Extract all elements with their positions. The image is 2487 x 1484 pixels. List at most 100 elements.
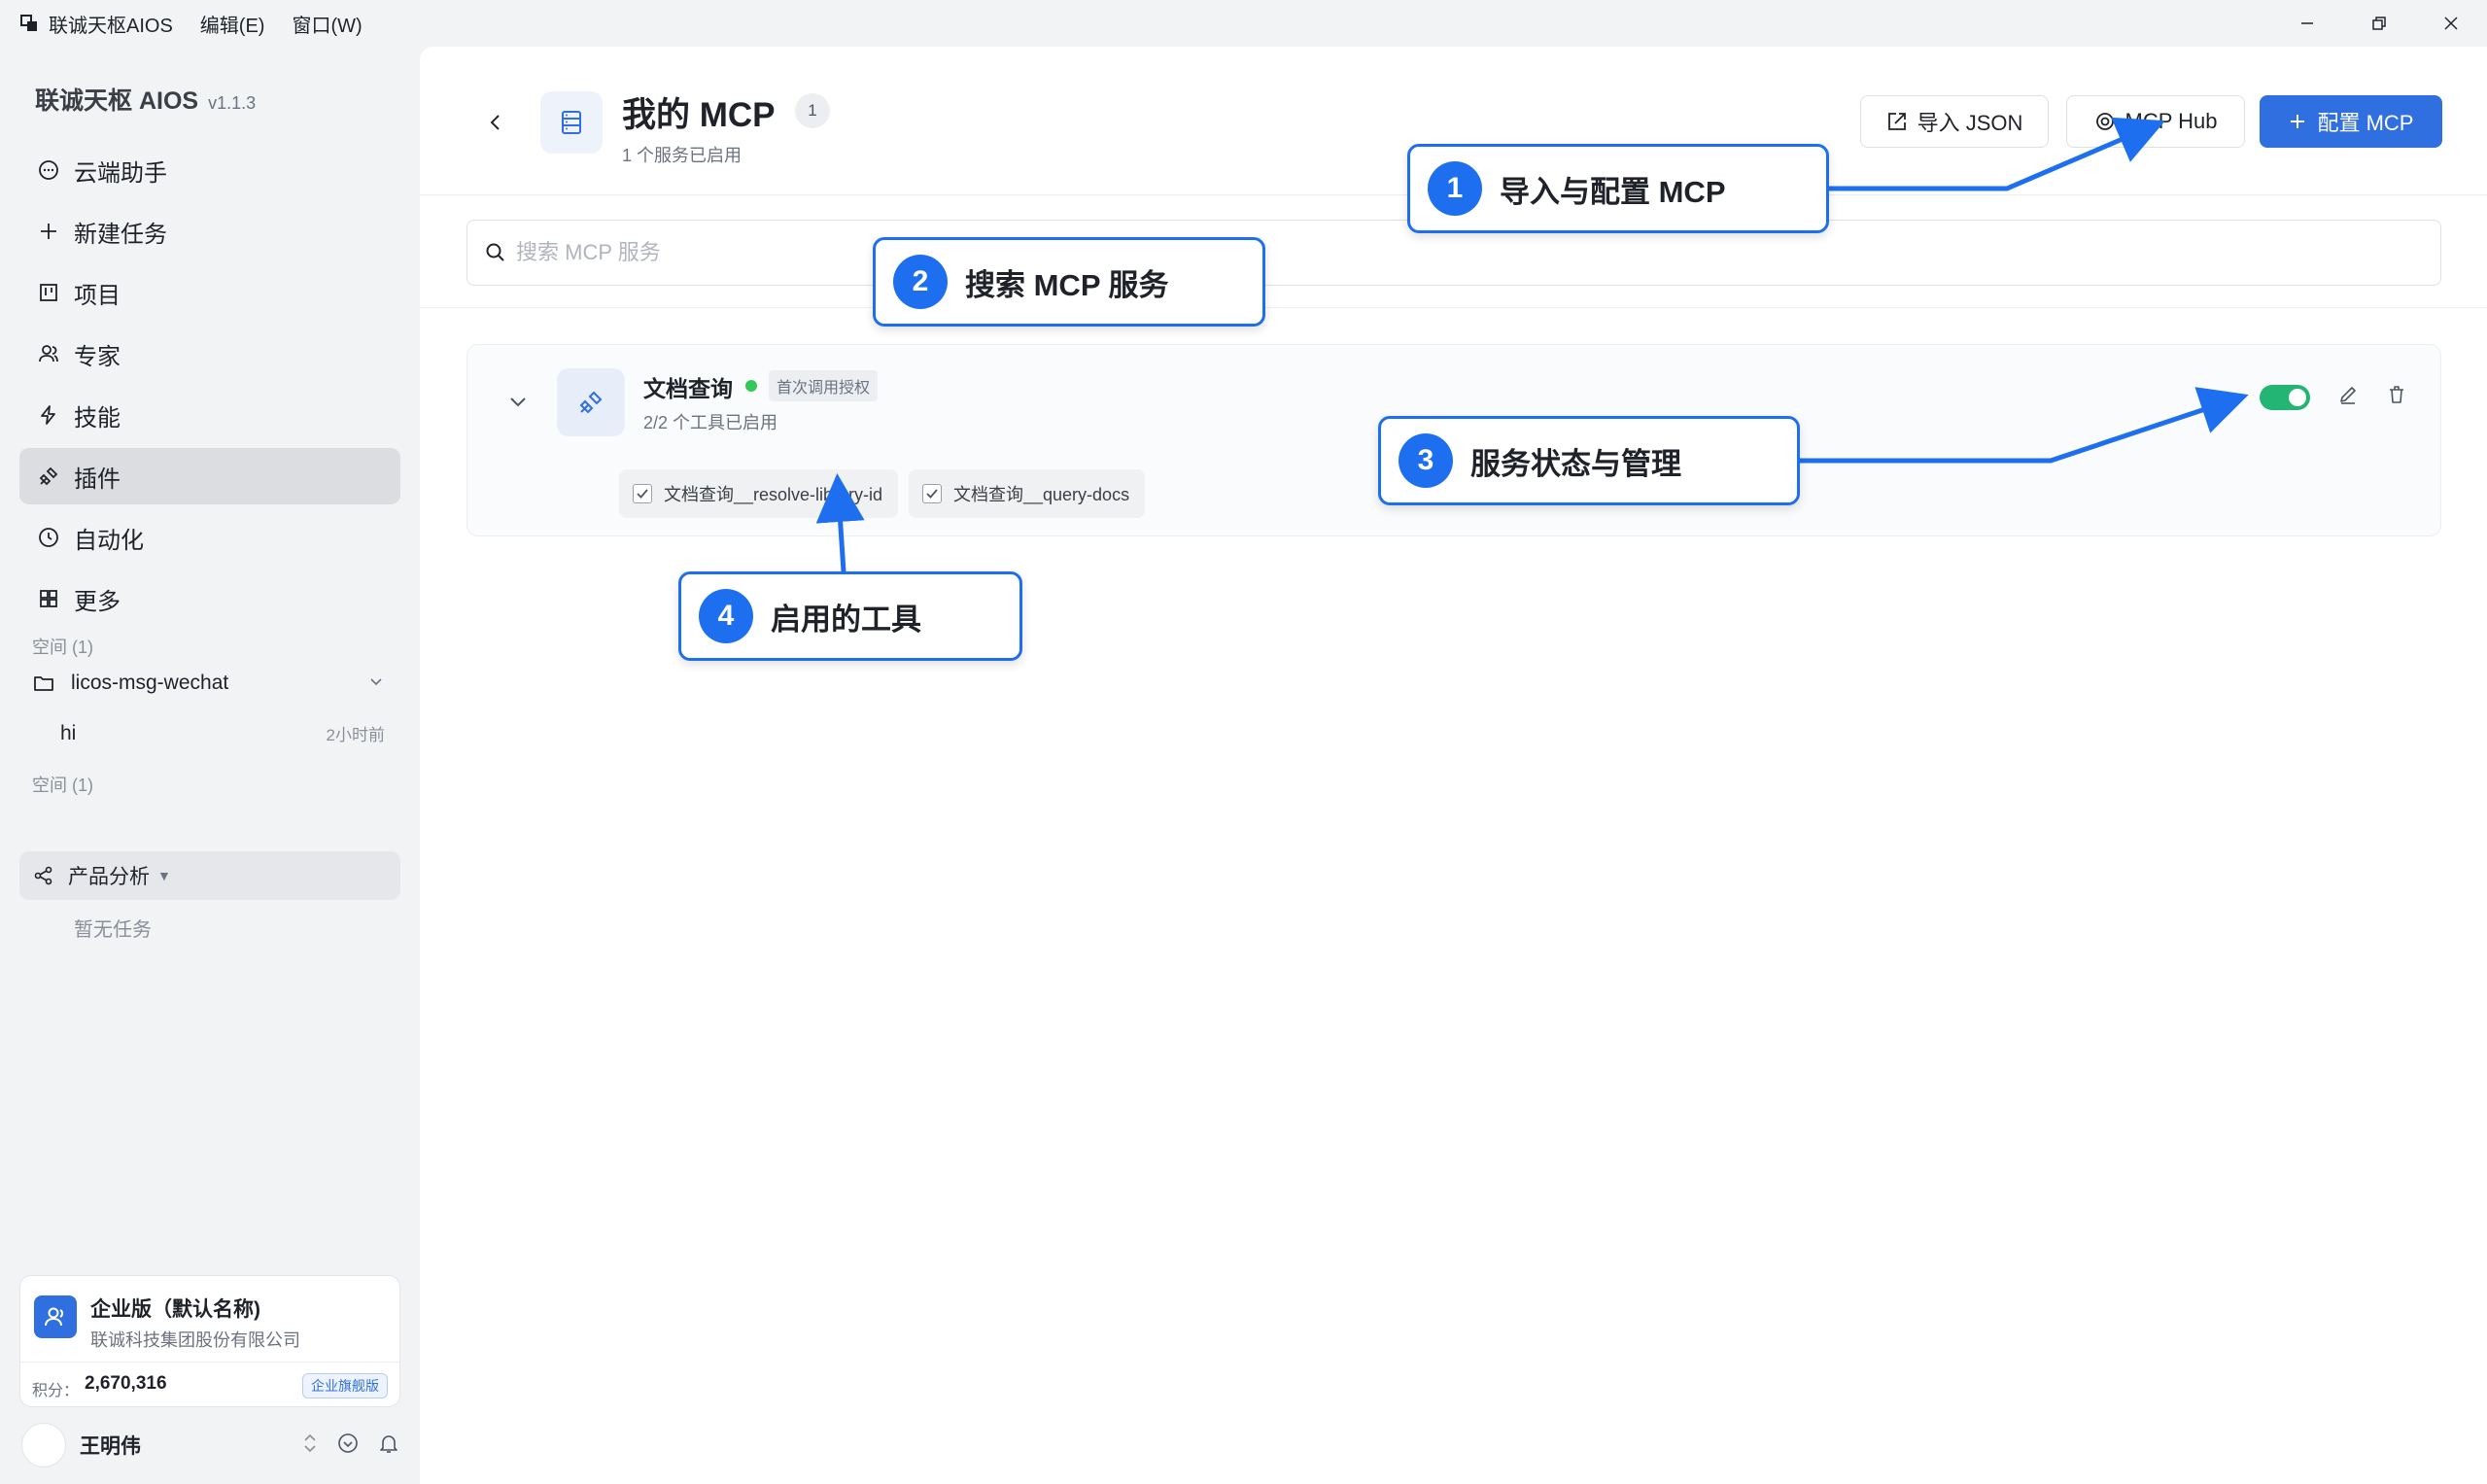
caret-down-icon[interactable]: ▼: [157, 868, 171, 883]
plus-icon: [2291, 115, 2305, 128]
close-icon: [2444, 17, 2458, 30]
checkbox[interactable]: [633, 484, 652, 503]
points-label: 积分：: [32, 1383, 80, 1399]
sidebar-item-skills[interactable]: 技能: [19, 387, 400, 443]
plug-icon: [557, 368, 625, 436]
plug-icon: [35, 463, 62, 490]
mcp-hub-label: MCP Hub: [2124, 109, 2218, 133]
callout-number: 3: [1399, 433, 1453, 488]
tool-label: 文档查询__resolve-library-id: [664, 485, 883, 504]
chevron-down-icon[interactable]: [368, 672, 384, 695]
sidebar-item-plugins[interactable]: 插件: [19, 448, 400, 504]
service-enable-toggle[interactable]: [2260, 384, 2310, 410]
bell-icon[interactable]: [377, 1432, 400, 1460]
mcp-hub-button[interactable]: MCP Hub: [2066, 95, 2245, 148]
page-subtitle: 1 个服务已启用: [622, 146, 743, 165]
enterprise-logo-icon: [34, 1295, 77, 1338]
menu-edit[interactable]: 编辑(E): [200, 10, 265, 38]
back-button[interactable]: [480, 107, 511, 138]
enterprise-org: 联诚科技集团股份有限公司: [90, 1330, 300, 1350]
callout-text: 搜索 MCP 服务: [965, 267, 1169, 302]
sidebar-item-label: 插件: [74, 466, 121, 493]
task-item-hi[interactable]: hi 2小时前: [60, 721, 385, 745]
sidebar-item-more[interactable]: 更多: [19, 570, 400, 627]
minimize-button[interactable]: [2271, 0, 2343, 47]
sidebar-item-label: 更多: [74, 588, 121, 615]
restore-icon: [2372, 17, 2386, 30]
search-icon: [486, 243, 504, 261]
sidebar-item-label: 新建任务: [74, 221, 167, 248]
import-icon: [1887, 113, 1906, 130]
share-icon: [33, 864, 56, 887]
avatar[interactable]: [21, 1423, 66, 1467]
callout-number: 2: [893, 255, 948, 309]
sidebar-item-new-task[interactable]: 新建任务: [19, 203, 400, 259]
enterprise-card[interactable]: 企业版（默认名称) 联诚科技集团股份有限公司 积分： 2,670,316 企业旗…: [19, 1275, 400, 1407]
callout-text: 导入与配置 MCP: [1500, 174, 1726, 209]
auth-tag: 首次调用授权: [769, 370, 879, 401]
expand-toggle[interactable]: [504, 388, 532, 415]
enterprise-name: 企业版（默认名称): [90, 1298, 260, 1321]
restore-button[interactable]: [2343, 0, 2415, 47]
callout-search: 2 搜索 MCP 服务: [873, 237, 1265, 327]
configure-mcp-label: 配置 MCP: [2317, 111, 2414, 135]
folder-icon: [32, 671, 57, 696]
space-section-label: 空间 (1): [32, 638, 93, 657]
sidebar-item-label: 专家: [74, 343, 121, 370]
check-icon: [926, 489, 938, 499]
search-input[interactable]: [516, 240, 2363, 265]
users-icon: [35, 340, 62, 367]
menu-window[interactable]: 窗口(W): [292, 10, 362, 38]
space-section-label-2: 空间 (1): [32, 776, 93, 795]
hub-icon: [2095, 113, 2114, 130]
sidebar-item-label: 云端助手: [74, 159, 167, 187]
minimize-icon: [2301, 22, 2313, 24]
kanban-icon: [35, 279, 62, 306]
sidebar-nav: 云端助手 新建任务 项目 专家 技能 插件 自动化 更多: [19, 142, 400, 632]
brand-version: v1.1.3: [208, 93, 257, 113]
points-value: 2,670,316: [85, 1373, 167, 1394]
page-title: 我的 MCP: [622, 96, 776, 134]
callout-number: 4: [699, 589, 753, 643]
tool-item-resolve-library-id[interactable]: 文档查询__resolve-library-id: [619, 469, 899, 518]
checkbox[interactable]: [922, 484, 942, 503]
space-item-product-analysis[interactable]: 产品分析 ▼: [19, 851, 400, 900]
brand-name: 联诚天枢 AIOS: [35, 87, 199, 115]
switch-account-icon[interactable]: [301, 1432, 319, 1459]
chevron-left-icon: [490, 115, 500, 130]
chat-icon: [35, 156, 62, 184]
configure-mcp-button[interactable]: 配置 MCP: [2260, 95, 2442, 148]
clock-icon: [35, 524, 62, 551]
service-name: 文档查询: [643, 376, 733, 401]
service-actions: [2260, 384, 2407, 410]
chevron-down-icon: [510, 397, 526, 407]
space-name: 产品分析: [68, 866, 150, 888]
grid-icon: [35, 585, 62, 612]
sidebar-item-label: 技能: [74, 404, 121, 431]
user-row[interactable]: 王明伟: [21, 1421, 400, 1469]
tool-item-query-docs[interactable]: 文档查询__query-docs: [909, 469, 1146, 518]
plan-badge: 企业旗舰版: [302, 1373, 388, 1398]
user-name: 王明伟: [80, 1435, 141, 1458]
sidebar-item-cloud-assistant[interactable]: 云端助手: [19, 142, 400, 198]
status-indicator: [745, 380, 757, 392]
edit-icon[interactable]: [2337, 384, 2359, 410]
sidebar-item-projects[interactable]: 项目: [19, 264, 400, 321]
lightning-icon: [35, 401, 62, 429]
divider: [20, 1362, 399, 1363]
check-icon: [637, 489, 648, 499]
callout-import-config: 1 导入与配置 MCP: [1407, 144, 1829, 233]
callout-service-status: 3 服务状态与管理: [1378, 416, 1800, 505]
divider: [420, 307, 2487, 308]
close-button[interactable]: [2415, 0, 2487, 47]
import-json-label: 导入 JSON: [1917, 111, 2023, 135]
import-json-button[interactable]: 导入 JSON: [1860, 95, 2049, 148]
trash-icon[interactable]: [2386, 384, 2407, 410]
brand: 联诚天枢 AIOS v1.1.3: [35, 82, 256, 117]
sidebar-item-experts[interactable]: 专家: [19, 326, 400, 382]
plus-icon: [35, 218, 62, 245]
space-item-licos[interactable]: licos-msg-wechat: [32, 671, 384, 696]
space-name: licos-msg-wechat: [71, 672, 229, 694]
sidebar-item-automation[interactable]: 自动化: [19, 509, 400, 566]
status-check-icon[interactable]: [336, 1432, 360, 1460]
